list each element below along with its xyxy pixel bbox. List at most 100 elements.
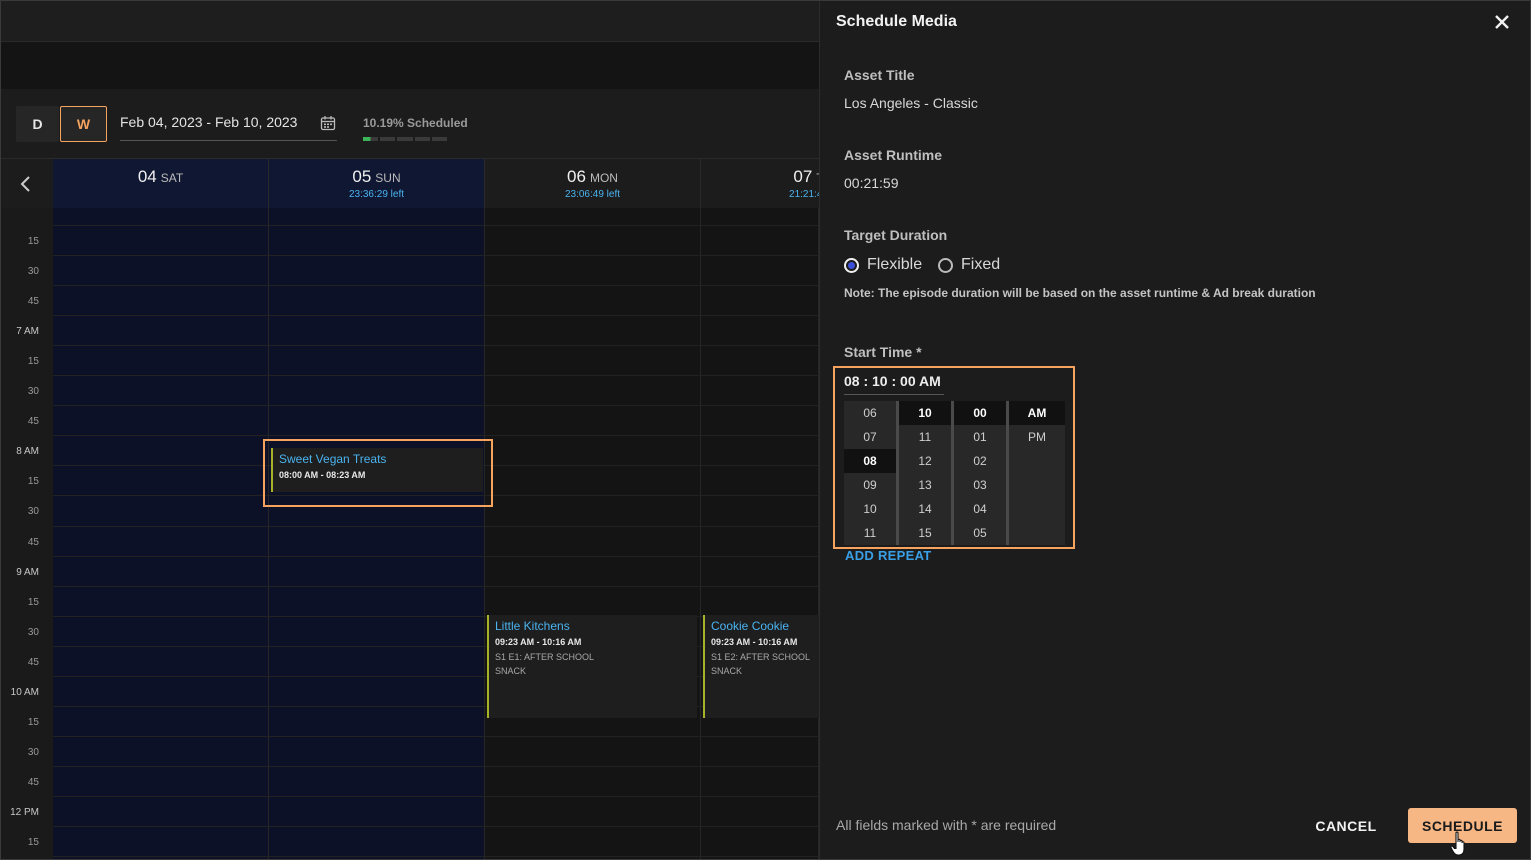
calendar-grid [53,208,819,859]
time-label: 45 [27,536,39,548]
grid-line [53,315,819,317]
duration-note: Note: The episode duration will be based… [844,286,1316,300]
grid-line [53,735,819,737]
day-of-week: MON [589,171,618,185]
time-label: 30 [27,746,39,758]
week-calendar: 04 SAT 05 SUN 23:36:29 left 06 MON 23:06:49… [1,159,819,859]
flexible-radio[interactable]: Flexible [844,256,922,274]
event-subtitle: S1 E2: AFTER SCHOOL SNACK [711,650,813,678]
start-time-label: Start Time * [844,344,922,360]
day-column-tue[interactable] [701,208,819,859]
event-subtitle-line: S1 E1: AFTER SCHOOL [495,652,595,662]
grid-line [53,435,819,437]
calendar-header: 04 SAT 05 SUN 23:36:29 left 06 MON 23:06:49… [1,159,819,208]
progress-segment [397,137,413,141]
day-of-week: SAT [160,171,184,185]
asset-runtime-value: 00:21:59 [844,175,899,191]
time-label: 15 [27,356,39,368]
day-header-sun[interactable]: 05 SUN 23:36:29 left [269,159,485,208]
hand-cursor-icon [1450,831,1465,856]
time-label: 10 AM [10,686,39,698]
event-time: 09:23 AM - 10:16 AM [495,637,582,647]
grid-line [53,375,819,377]
time-left: 23:06:49 left [564,189,621,200]
grid-line [53,856,819,858]
day-of-week: SUN [375,171,401,185]
time-label: 30 [27,266,39,278]
grid-line [53,225,819,226]
close-icon[interactable] [1494,14,1510,30]
week-view-button[interactable]: W [60,106,107,142]
day-view-button[interactable]: D [16,106,59,142]
highlight-box [263,439,493,507]
day-column-sat[interactable] [53,208,269,859]
time-label: 30 [27,626,39,638]
grid-line [53,285,819,287]
event-title: Little Kitchens [495,619,570,633]
time-label: 15 [27,596,39,608]
grid-line [53,555,819,557]
time-label: 12 PM [10,806,39,818]
day-number: 06 [567,167,586,186]
grid-line [53,826,819,827]
progress-segment [363,137,379,141]
progress-segment [414,137,430,141]
time-left: 21:21:49 [789,189,819,200]
radio-checked-icon [844,257,859,273]
cancel-button[interactable]: CANCEL [1304,809,1388,843]
day-header-mon[interactable]: 06 MON 23:06:49 left [485,159,701,208]
time-label: 15 [27,837,39,848]
time-label: 45 [27,416,39,428]
event-time: 09:23 AM - 10:16 AM [711,637,798,647]
day-number: 07 [793,167,813,186]
fixed-label: Fixed [961,256,1001,273]
panel-title: Schedule Media [836,13,957,30]
time-label: 9 AM [16,566,39,578]
progress-segment [380,137,396,141]
day-column-sun[interactable] [269,208,485,859]
asset-title-label: Asset Title [844,67,915,83]
radio-unchecked-icon [938,257,953,273]
day-number: 04 [137,167,157,186]
add-repeat-button[interactable]: ADD REPEAT [845,548,932,563]
fixed-radio[interactable]: Fixed [938,256,1000,274]
event-subtitle-line: S1 E2: AFTER SCHOOL [711,652,811,662]
grid-line [53,405,819,407]
asset-runtime-label: Asset Runtime [844,147,943,163]
target-duration-label: Target Duration [844,227,948,243]
time-label: 45 [27,296,39,308]
event-little-kitchens[interactable]: Little Kitchens 09:23 AM - 10:16 AM S1 E… [487,615,697,718]
event-cookie-cookie[interactable]: Cookie Cookie 09:23 AM - 10:16 AM S1 E2:… [703,615,819,718]
day-column-mon[interactable] [485,208,701,859]
grid-line [53,345,819,347]
time-label: 15 [27,716,39,728]
required-fields-note: All fields marked with * are required [836,817,1057,833]
grid-line [53,255,819,257]
grid-line [53,585,819,587]
scheduled-percentage: 10.19% Scheduled [363,116,468,130]
time-label: 45 [27,656,39,668]
time-label: 30 [27,506,39,518]
grid-line [53,525,819,527]
grid-line [53,795,819,797]
chevron-left-icon[interactable] [15,173,37,195]
date-range-input[interactable]: Feb 04, 2023 - Feb 10, 2023 [120,114,297,130]
time-left: 23:36:29 left [348,189,405,200]
calendar-icon[interactable] [320,115,336,131]
day-header-sat[interactable]: 04 SAT [53,159,269,208]
event-subtitle-line: SNACK [495,666,527,676]
time-label: 7 AM [16,326,39,338]
day-header-tue[interactable]: 07T 21:21:49 [701,159,819,208]
schedule-media-panel: Schedule Media Asset Title Los Angeles -… [819,1,1530,859]
progress-segment [431,137,448,141]
asset-title-value: Los Angeles - Classic [844,95,978,111]
time-label: 8 AM [16,446,39,458]
time-axis: 15 30 45 7 AM 15 30 45 8 AM 15 30 45 9 AM 15 30 45 10 A… [1,208,53,859]
time-label: 45 [27,776,39,788]
highlight-box [833,366,1075,549]
time-label: 15 [27,236,39,247]
event-subtitle-line: SNACK [711,666,743,676]
day-number: 05 [352,167,372,186]
scheduled-progress-bar [363,137,448,141]
app-root: D W Feb 04, 2023 - Feb 10, 2023 10.19% S… [0,0,1531,860]
